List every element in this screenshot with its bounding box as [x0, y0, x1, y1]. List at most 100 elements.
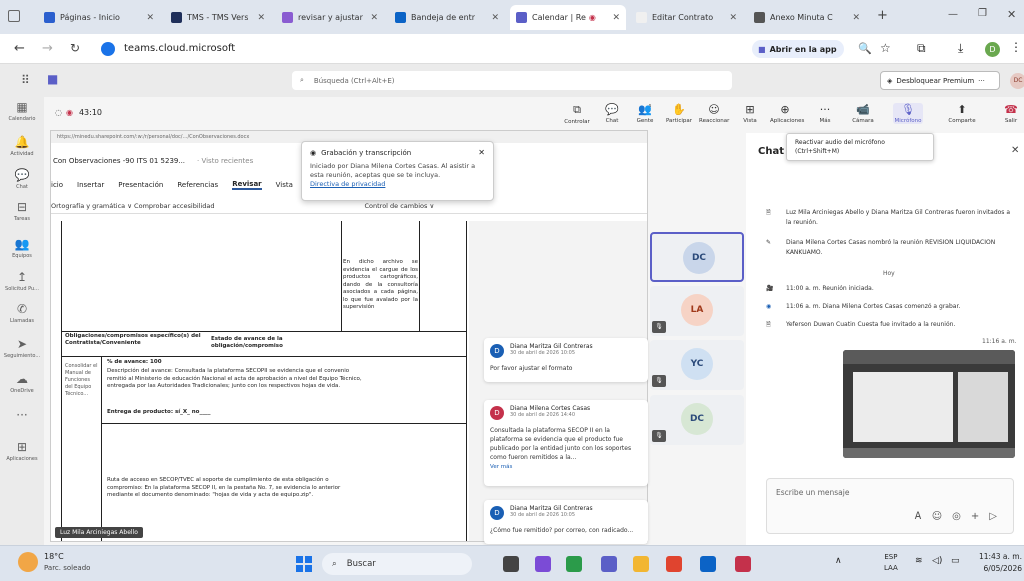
volume-icon[interactable]: ◁): [932, 556, 942, 566]
battery-icon[interactable]: ▭: [951, 556, 960, 566]
microphone-button[interactable]: 🎙 Micrófono: [893, 103, 923, 124]
loop-icon[interactable]: ◎: [952, 511, 961, 522]
open-in-app-button[interactable]: ■ Abrir en la app: [752, 40, 844, 58]
browser-tab[interactable]: Anexo Minuta C ✕: [748, 5, 866, 30]
edge-icon[interactable]: [566, 556, 582, 572]
tab-close-icon[interactable]: ✕: [725, 13, 737, 23]
zoom-icon[interactable]: 🔍: [858, 42, 872, 55]
chat-image-attachment[interactable]: [843, 350, 1015, 458]
minimize-icon[interactable]: —: [948, 9, 958, 20]
close-window-icon[interactable]: ✕: [1007, 8, 1016, 21]
raise-hand-button[interactable]: ✋ Participar: [664, 103, 694, 124]
attach-icon[interactable]: +: [971, 511, 979, 522]
rail-label: Equipos: [12, 253, 32, 259]
rail-item-llamadas[interactable]: ✆ Llamadas: [0, 302, 44, 324]
browser-tab[interactable]: Calendar | Re ◉ ✕: [510, 5, 626, 30]
ribbon-tab: icio: [51, 181, 64, 189]
wifi-icon[interactable]: ≋: [915, 556, 923, 566]
comment-author: Diana Maritza Gil Contreras: [510, 343, 593, 350]
emoji-icon[interactable]: ☺: [932, 511, 942, 522]
chat-button[interactable]: 💬 Chat: [597, 103, 627, 124]
rail-item-calendario[interactable]: ▦ Calendario: [0, 100, 44, 122]
outlook-icon[interactable]: [700, 556, 716, 572]
send-icon[interactable]: ▷: [989, 511, 997, 522]
workspaces-icon[interactable]: [8, 10, 20, 22]
user-avatar[interactable]: DC: [1010, 73, 1024, 89]
message-composer[interactable]: Escribe un mensaje Ꭺ ☺ ◎ + ▷: [766, 478, 1014, 534]
back-icon[interactable]: ←: [14, 41, 25, 56]
rail-item-seguimient[interactable]: ➤ Seguimiento...: [0, 337, 44, 359]
rail-item-onedrive[interactable]: ☁ OneDrive: [0, 372, 44, 394]
teams-icon[interactable]: [601, 556, 617, 572]
favorite-star-icon[interactable]: ☆: [880, 41, 891, 55]
rail-item-solicitudp[interactable]: ↥ Solicitud Pu...: [0, 270, 44, 292]
apps-button[interactable]: ⊕ Aplicaciones: [770, 103, 804, 124]
start-button[interactable]: [296, 556, 312, 572]
chrome-icon[interactable]: [666, 556, 682, 572]
rail-item-actividad[interactable]: 🔔 Actividad: [0, 135, 44, 157]
share-button[interactable]: ⬆ Comparte: [947, 103, 977, 124]
tab-close-icon[interactable]: ✕: [487, 13, 499, 23]
chat-close-icon[interactable]: ✕: [1011, 145, 1019, 156]
file-explorer-icon[interactable]: [633, 556, 649, 572]
rail-item-equipos[interactable]: 👥 Equipos: [0, 237, 44, 259]
profile-avatar[interactable]: D: [985, 42, 1000, 57]
tab-close-icon[interactable]: ✕: [366, 13, 378, 23]
format-icon[interactable]: Ꭺ: [915, 511, 922, 522]
language-indicator[interactable]: ESP LAA: [884, 552, 898, 574]
doc-comment-card[interactable]: D Diana Milena Cortes Casas 30 de abril de…: [484, 400, 648, 486]
privacy-link[interactable]: Directiva de privacidad: [310, 180, 485, 188]
extensions-icon[interactable]: ⧉: [917, 41, 926, 56]
app-launcher-icon[interactable]: ⠿: [21, 73, 30, 87]
rail-item-aplicacion[interactable]: ⊞ Aplicaciones: [0, 440, 44, 462]
pin-icon: ↥: [16, 270, 28, 284]
weather-desc[interactable]: Parc. soleado: [44, 564, 90, 572]
weather-icon[interactable]: [18, 552, 38, 572]
tab-close-icon[interactable]: ✕: [608, 13, 620, 23]
tray-chevron-icon[interactable]: ∧: [835, 556, 842, 566]
control-button[interactable]: ⧉ Controlar: [562, 103, 592, 125]
browser-menu-icon[interactable]: ⋮: [1010, 40, 1022, 54]
site-info-icon[interactable]: [101, 42, 115, 56]
meeting-timer: ◌ ◉ 43:10: [55, 108, 102, 117]
doc-comment-card[interactable]: D Diana Maritza Gil Contreras 30 de abril …: [484, 338, 648, 382]
popup-close-icon[interactable]: ✕: [478, 148, 485, 157]
reload-icon[interactable]: ↻: [70, 41, 80, 55]
browser-tab[interactable]: Bandeja de entr ✕: [389, 5, 505, 30]
participant-tile[interactable]: DC: [650, 232, 744, 282]
view-button[interactable]: ⊞ Vista: [735, 103, 765, 124]
tab-close-icon[interactable]: ✕: [253, 13, 265, 23]
camera-button[interactable]: 📹 Cámara: [848, 103, 878, 124]
leave-button[interactable]: ☎ Salir: [996, 103, 1024, 124]
tab-close-icon[interactable]: ✕: [142, 13, 154, 23]
phone-icon: ✆: [16, 302, 28, 316]
downloads-icon[interactable]: ⤓: [958, 41, 963, 56]
teams-search-input[interactable]: ⌕ Búsqueda (Ctrl+Alt+E): [292, 71, 732, 90]
taskbar-search[interactable]: ⌕ Buscar: [322, 553, 472, 575]
see-more-link[interactable]: Ver más: [490, 464, 642, 470]
weather-temp[interactable]: 18°C: [44, 552, 64, 561]
task-view-icon[interactable]: [503, 556, 519, 572]
start-tile: [296, 556, 303, 563]
tab-close-icon[interactable]: ✕: [848, 13, 860, 23]
browser-tab[interactable]: TMS - TMS Vers ✕: [165, 5, 271, 30]
more-button[interactable]: ··· Más: [810, 103, 840, 124]
rail-item-chat[interactable]: 💬 Chat: [0, 168, 44, 190]
clock[interactable]: 11:43 a. m. 6/05/2026: [972, 551, 1022, 575]
rail-item-tareas[interactable]: ⊟ Tareas: [0, 200, 44, 222]
people-button[interactable]: 👥 Gente: [630, 103, 660, 124]
forward-icon[interactable]: →: [42, 41, 53, 56]
url-text[interactable]: teams.cloud.microsoft: [124, 43, 235, 54]
restore-icon[interactable]: ❐: [978, 8, 987, 19]
acrobat-icon[interactable]: [735, 556, 751, 572]
react-button[interactable]: ☺ Reaccionar: [699, 103, 729, 124]
browser-tab[interactable]: Editar Contrato ✕: [630, 5, 743, 30]
new-tab-button[interactable]: +: [877, 8, 888, 23]
unlock-premium-button[interactable]: ◈ Desbloquear Premium ···: [880, 71, 1000, 90]
doc-comment-card[interactable]: D Diana Maritza Gil Contreras 30 de abril …: [484, 500, 648, 544]
copilot-icon[interactable]: [535, 556, 551, 572]
browser-tab[interactable]: revisar y ajustar ✕: [276, 5, 384, 30]
rail-item-more[interactable]: ···: [0, 408, 44, 424]
doc-title: Con Observaciones -90 ITS 01 5239...: [53, 157, 186, 165]
browser-tab[interactable]: Páginas - Inicio ✕: [38, 5, 160, 30]
